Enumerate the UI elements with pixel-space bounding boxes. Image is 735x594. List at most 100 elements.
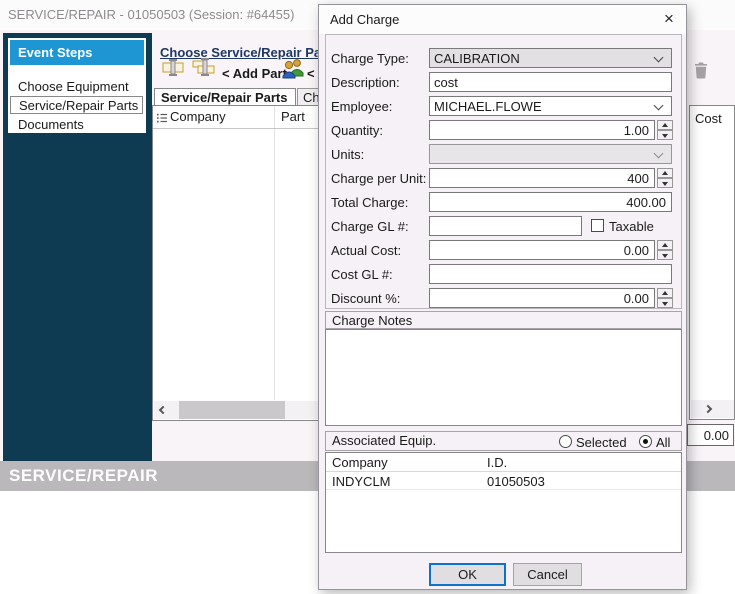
charge-gl-label: Charge GL #: [331,219,409,234]
field-row-discount: Discount %: 0.00 [319,288,686,308]
actual-cost-label: Actual Cost: [331,243,401,258]
field-row-charge-gl: Charge GL #: Taxable [319,216,686,236]
discount-spin-down-icon[interactable] [657,298,673,308]
charge-type-label: Charge Type: [331,51,409,66]
field-row-description: Description:cost [319,72,686,92]
equip-column-company[interactable]: Company [332,455,388,470]
event-steps-panel: Event Steps Choose Equipment Service/Rep… [8,38,146,133]
charge-per-unit-stepper [657,168,673,188]
actual-cost-spin-up-icon[interactable] [657,240,673,250]
equip-cell-id: 01050503 [487,474,545,489]
quantity-label: Quantity: [331,123,383,138]
event-steps-sidebar: Event Steps Choose Equipment Service/Rep… [3,33,152,461]
table-row[interactable]: INDYCLM 01050503 [326,472,681,490]
charge-notes-label: Charge Notes [332,313,412,328]
charge-type-value: CALIBRATION [434,51,520,66]
equip-table-header: Company I.D. [326,453,681,472]
field-row-cost-gl: Cost GL #: [319,264,686,284]
radio-selected-label: Selected [576,435,627,450]
total-charge-input[interactable]: 400.00 [429,192,672,212]
field-row-units: Units: [319,144,686,164]
discount-label: Discount %: [331,291,400,306]
cost-gl-label: Cost GL #: [331,267,393,282]
units-select[interactable] [429,144,672,164]
column-header-company[interactable]: Company [170,109,226,124]
charge-per-unit-spin-down-icon[interactable] [657,178,673,188]
actual-cost-stepper [657,240,673,260]
field-row-employee: Employee: MICHAEL.FLOWE [319,96,686,116]
taxable-checkbox-label: Taxable [609,219,654,234]
total-charge-label: Total Charge: [331,195,408,210]
field-row-quantity: Quantity: 1.00 [319,120,686,140]
radio-all-circle[interactable] [639,435,652,448]
sidebar-item-documents[interactable]: Documents [10,116,143,134]
users-icon[interactable] [281,57,307,81]
actual-cost-input[interactable]: 0.00 [429,240,655,260]
total-field: 0.00 [687,424,734,446]
associated-equip-table: Company I.D. INDYCLM 01050503 [325,452,682,553]
cost-panel-scrollbar[interactable] [691,400,734,418]
employee-value: MICHAEL.FLOWE [434,99,542,114]
cost-gl-input[interactable] [429,264,672,284]
quantity-value: 1.00 [624,123,649,138]
employee-select[interactable]: MICHAEL.FLOWE [429,96,672,116]
units-label: Units: [331,147,364,162]
event-steps-header: Event Steps [10,40,144,65]
dialog-title: Add Charge [330,12,399,27]
charge-notes-input[interactable] [325,329,682,426]
charge-per-unit-spin-up-icon[interactable] [657,168,673,178]
discount-value: 0.00 [624,291,649,306]
charge-per-unit-input[interactable]: 400 [429,168,655,188]
discount-spin-up-icon[interactable] [657,288,673,298]
actual-cost-spin-down-icon[interactable] [657,250,673,260]
ok-button[interactable]: OK [429,563,506,586]
window-title: SERVICE/REPAIR - 01050503 (Session: #644… [8,7,294,22]
cost-panel: Cost [689,105,735,420]
actual-cost-value: 0.00 [624,243,649,258]
associated-equip-header: Associated Equip. Selected All [325,431,682,451]
sidebar-item-choose-equipment[interactable]: Choose Equipment [10,78,143,96]
discount-stepper [657,288,673,308]
quantity-stepper [657,120,673,140]
employee-label: Employee: [331,99,392,114]
close-icon[interactable]: × [654,7,684,32]
associated-equip-label: Associated Equip. [332,433,436,448]
column-header-part[interactable]: Part [281,109,305,124]
charge-per-unit-value: 400 [627,171,649,186]
equip-cell-company: INDYCLM [332,474,391,489]
scroll-left-icon[interactable] [154,401,171,419]
description-value: cost [434,75,458,90]
cancel-button[interactable]: Cancel [513,563,582,586]
footer-label: SERVICE/REPAIR [9,466,158,486]
column-separator [274,106,275,400]
charge-notes-header: Charge Notes [325,311,682,329]
charge-per-unit-label: Charge per Unit: [331,171,426,186]
discount-input[interactable]: 0.00 [429,288,655,308]
field-row-total-charge: Total Charge: 400.00 [319,192,686,212]
insert-column-icon[interactable] [160,56,186,80]
quantity-spin-up-icon[interactable] [657,120,673,130]
quantity-input[interactable]: 1.00 [429,120,655,140]
charge-gl-input[interactable] [429,216,582,236]
field-row-charge-per-unit: Charge per Unit: 400 [319,168,686,188]
total-charge-value: 400.00 [626,195,666,210]
field-row-actual-cost: Actual Cost: 0.00 [319,240,686,260]
sidebar-item-service-repair-parts[interactable]: Service/Repair Parts [10,96,143,114]
insert-columns-icon[interactable] [191,56,217,80]
radio-all-label: All [656,435,670,450]
charge-type-select[interactable]: CALIBRATION [429,48,672,68]
description-input[interactable]: cost [429,72,672,92]
add-charge-dialog: Add Charge × Charge Type: CALIBRATION Desc… [318,4,687,590]
scrollbar-thumb[interactable] [179,401,285,419]
scroll-right-icon [704,405,712,413]
row-menu-icon[interactable] [157,112,167,127]
quantity-spin-down-icon[interactable] [657,130,673,140]
column-header-cost[interactable]: Cost [695,111,722,126]
dialog-titlebar: Add Charge × [319,5,686,34]
radio-selected-circle[interactable] [559,435,572,448]
add-part-button[interactable]: < Add Part [222,66,287,81]
trash-icon[interactable] [694,62,708,79]
tab-service-repair-parts[interactable]: Service/Repair Parts [154,88,296,105]
equip-column-id[interactable]: I.D. [487,455,507,470]
taxable-checkbox[interactable] [591,219,604,232]
